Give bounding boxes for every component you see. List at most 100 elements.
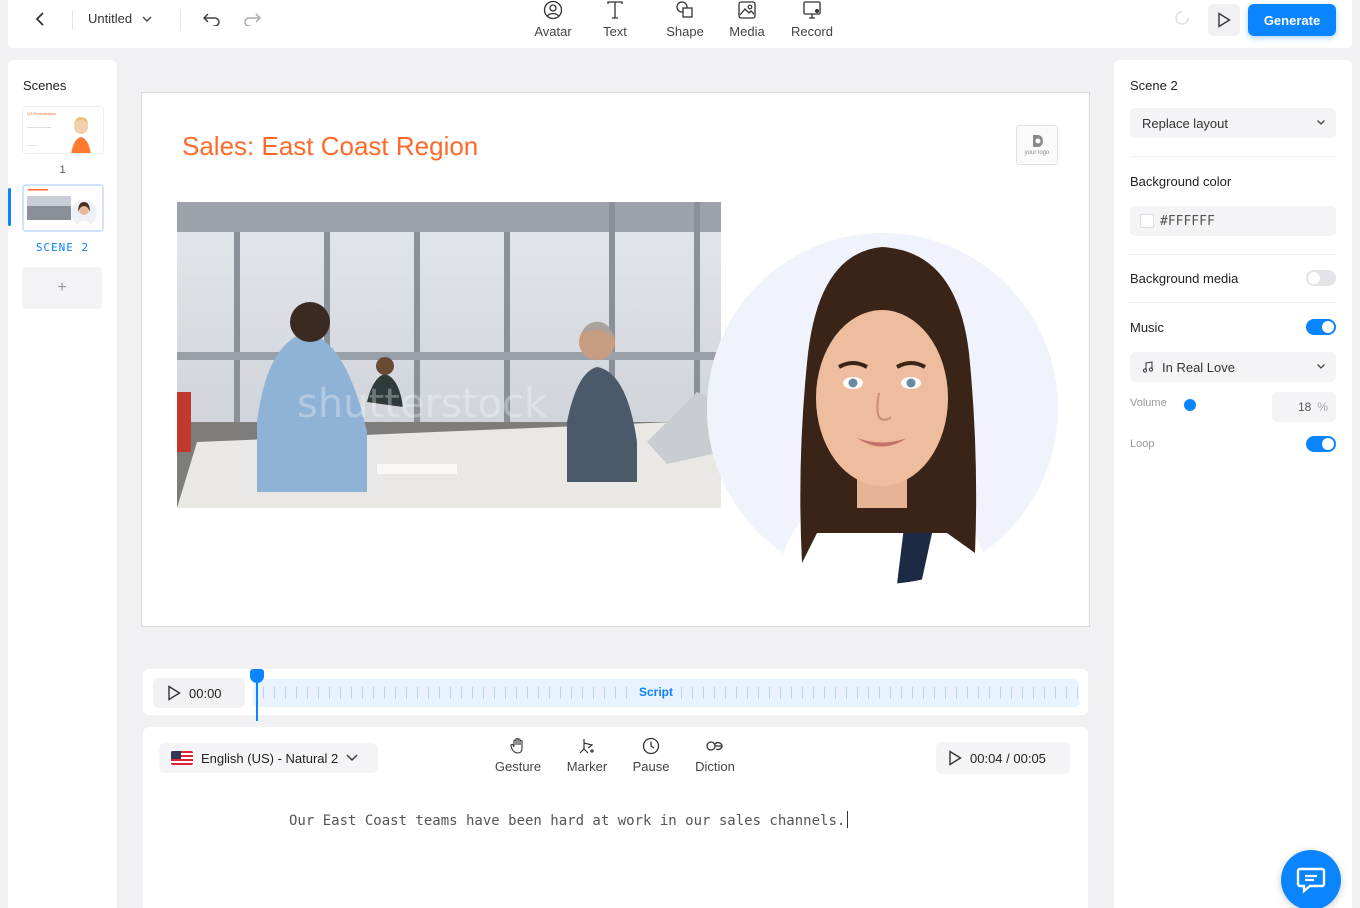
divider [1130, 254, 1336, 255]
loop-label: Loop [1130, 438, 1155, 450]
properties-panel: Scene 2 Replace layout Background color … [1114, 60, 1352, 908]
scene-label: SCENE 2 [35, 241, 90, 254]
color-swatch[interactable] [1140, 214, 1154, 228]
volume-input[interactable]: 18 % [1272, 392, 1336, 422]
tool-label: Shape [666, 24, 704, 39]
timeline-play-button[interactable]: 00:00 [153, 678, 245, 708]
background-color-input[interactable]: #FFFFFF [1130, 206, 1336, 236]
us-flag-icon [171, 751, 193, 765]
playhead-handle[interactable] [250, 669, 264, 683]
record-icon [803, 1, 821, 19]
music-note-icon [1142, 361, 1154, 373]
add-scene-button[interactable]: + [22, 267, 102, 309]
office-meeting-photo[interactable]: shutterstock [177, 202, 721, 508]
logo-placeholder[interactable]: your logo [1016, 125, 1058, 165]
avatar-illustration [707, 233, 1058, 584]
diction-icon [706, 741, 723, 751]
music-track-select[interactable]: In Real Love [1130, 352, 1336, 382]
loading-icon [1175, 11, 1189, 25]
chevron-down-icon [1317, 364, 1325, 369]
top-bar: Untitled Avatar Text Shape Media Record … [8, 0, 1352, 48]
logo-icon [1033, 135, 1043, 147]
panel-title: Scene 2 [1130, 78, 1178, 93]
volume-unit: % [1317, 400, 1328, 414]
redo-button[interactable] [241, 8, 263, 30]
music-label: Music [1130, 320, 1164, 335]
music-track-label: In Real Love [1162, 359, 1235, 375]
scenes-panel: Scenes Q3 Presentation 1 SCENE 2 + [8, 60, 117, 908]
replace-layout-select[interactable]: Replace layout [1130, 108, 1336, 138]
scene-thumbnail-image: Q3 Presentation [23, 107, 103, 153]
divider [1130, 302, 1336, 303]
divider [180, 10, 181, 30]
project-title-dropdown[interactable]: Untitled [88, 11, 152, 26]
photo-illustration: shutterstock [177, 202, 721, 508]
watermark-text: shutterstock [297, 381, 548, 427]
scenes-title: Scenes [23, 78, 67, 93]
loop-toggle[interactable] [1306, 436, 1336, 452]
scene-thumbnail-2[interactable] [22, 184, 104, 232]
tool-record[interactable]: Record [784, 0, 840, 44]
play-icon [1218, 12, 1231, 28]
volume-label: Volume [1130, 397, 1167, 409]
play-icon [949, 750, 962, 766]
diction-button[interactable]: Diction [685, 737, 745, 774]
undo-button[interactable] [201, 8, 223, 30]
slide-title[interactable]: Sales: East Coast Region [182, 131, 478, 162]
divider [72, 10, 73, 30]
logo-text: your logo [1024, 150, 1050, 156]
tool-label: Media [729, 24, 765, 39]
generate-button[interactable]: Generate [1248, 4, 1336, 36]
voice-language-select[interactable]: English (US) - Natural 2 [159, 743, 378, 773]
background-color-label: Background color [1130, 174, 1232, 189]
shape-icon [676, 1, 693, 18]
timeline-track[interactable]: Script [253, 679, 1079, 707]
avatar-presenter[interactable] [707, 233, 1058, 584]
voice-language-label: English (US) - Natural 2 [201, 750, 339, 766]
scene-number: 1 [59, 164, 66, 176]
script-textarea[interactable]: Our East Coast teams have been hard at w… [289, 811, 849, 829]
pause-button[interactable]: Pause [621, 737, 681, 774]
thumb-title: Q3 Presentation [27, 111, 56, 116]
script-track-label: Script [637, 685, 676, 699]
script-playback-button[interactable]: 00:04 / 00:05 [936, 742, 1070, 774]
slide-canvas[interactable]: Sales: East Coast Region your logo shutt… [141, 92, 1090, 627]
background-media-toggle[interactable] [1306, 270, 1336, 286]
tool-label: Text [603, 24, 627, 39]
chat-support-button[interactable] [1281, 850, 1341, 908]
tool-avatar[interactable]: Avatar [525, 0, 581, 44]
gesture-button[interactable]: Gesture [488, 737, 548, 774]
chevron-down-icon [142, 16, 152, 22]
chevron-down-icon [1317, 120, 1325, 125]
scene-thumbnail-image [24, 186, 102, 230]
background-color-value: #FFFFFF [1160, 213, 1215, 229]
timeline: 00:00 Script [143, 669, 1088, 721]
tool-label: Avatar [534, 24, 572, 39]
marker-button[interactable]: Marker [557, 737, 617, 774]
script-editor: English (US) - Natural 2 Gesture Marker … [143, 727, 1088, 908]
volume-value: 18 [1297, 400, 1312, 414]
project-title: Untitled [88, 11, 133, 26]
play-icon [168, 685, 181, 701]
back-button[interactable] [30, 8, 50, 30]
text-icon [607, 1, 623, 19]
divider [1130, 156, 1336, 157]
tool-text[interactable]: Text [587, 0, 643, 44]
preview-play-button[interactable] [1208, 4, 1240, 36]
gesture-icon [510, 737, 523, 754]
tool-label: Record [791, 24, 833, 39]
scene-thumbnail-1[interactable]: Q3 Presentation [22, 106, 104, 154]
tool-media[interactable]: Media [719, 0, 775, 44]
volume-slider-handle[interactable] [1184, 399, 1196, 411]
tool-shape[interactable]: Shape [657, 0, 713, 44]
marker-icon [579, 739, 594, 754]
avatar-icon [543, 0, 563, 20]
music-toggle[interactable] [1306, 319, 1336, 335]
tool-label: Diction [695, 759, 735, 774]
timeline-time: 00:00 [189, 685, 222, 701]
chevron-down-icon [346, 754, 358, 761]
add-icon: + [57, 279, 67, 296]
clock-icon [642, 737, 660, 755]
tool-label: Gesture [494, 759, 542, 774]
chevron-left-icon [35, 12, 44, 26]
